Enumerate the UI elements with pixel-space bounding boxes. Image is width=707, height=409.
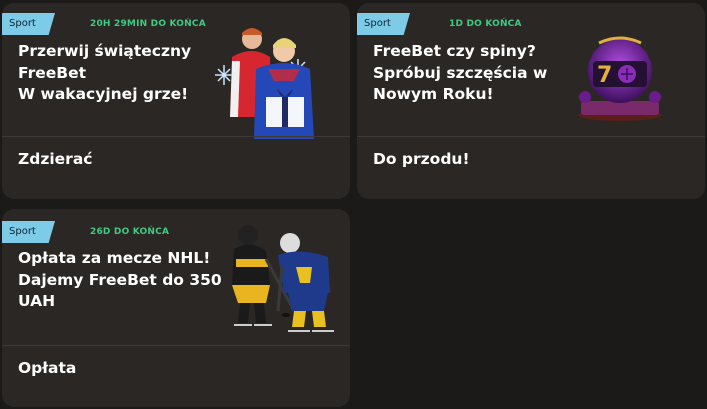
football-players-gift-icon [210, 21, 328, 139]
promo-card[interactable]: Sport 20H 29MIN DO KOŃCA Przerwij świąte… [2, 3, 350, 199]
promo-action-link[interactable]: Do przodu! [373, 150, 470, 168]
promo-title-line: FreeBet czy spiny? [373, 42, 536, 60]
promo-action-link[interactable]: Zdzierać [18, 150, 92, 168]
promo-title-line: Nowym Roku! [373, 85, 494, 103]
promo-title-line: Opłata za mecze NHL! [18, 249, 211, 267]
promo-card[interactable]: Sport 1D DO KOŃCA FreeBet czy spiny? Spr… [357, 3, 705, 199]
sport-tag: Sport [357, 13, 410, 35]
promo-title-line: W wakacyjnej grze! [18, 85, 189, 103]
countdown-timer: 26D DO KOŃCA [90, 227, 170, 237]
sport-tag: Sport [2, 13, 55, 35]
promo-title: Przerwij świąteczny FreeBet W wakacyjnej… [18, 41, 191, 106]
promo-title-line: Przerwij świąteczny [18, 42, 192, 60]
promo-action-link[interactable]: Opłata [18, 359, 76, 377]
promo-title: FreeBet czy spiny? Spróbuj szczęścia w N… [373, 41, 547, 106]
promo-title-line: FreeBet [18, 63, 87, 82]
sport-tag: Sport [2, 221, 55, 243]
purple-slot-machine-icon: 7 [575, 35, 665, 123]
hockey-players-icon [216, 219, 350, 337]
promo-title-line: Dajemy FreeBet do 350 [18, 270, 222, 289]
promo-title-line: UAH [18, 292, 56, 310]
countdown-timer: 20H 29MIN DO KOŃCA [90, 19, 206, 29]
promo-title-line: Spróbuj szczęścia w [373, 63, 548, 82]
countdown-timer: 1D DO KOŃCA [449, 19, 522, 29]
promo-card[interactable]: Sport 26D DO KOŃCA Opłata za mecze NHL! … [2, 209, 350, 407]
promo-title: Opłata za mecze NHL! Dajemy FreeBet do 3… [18, 248, 222, 313]
svg-text:7: 7 [597, 63, 612, 88]
